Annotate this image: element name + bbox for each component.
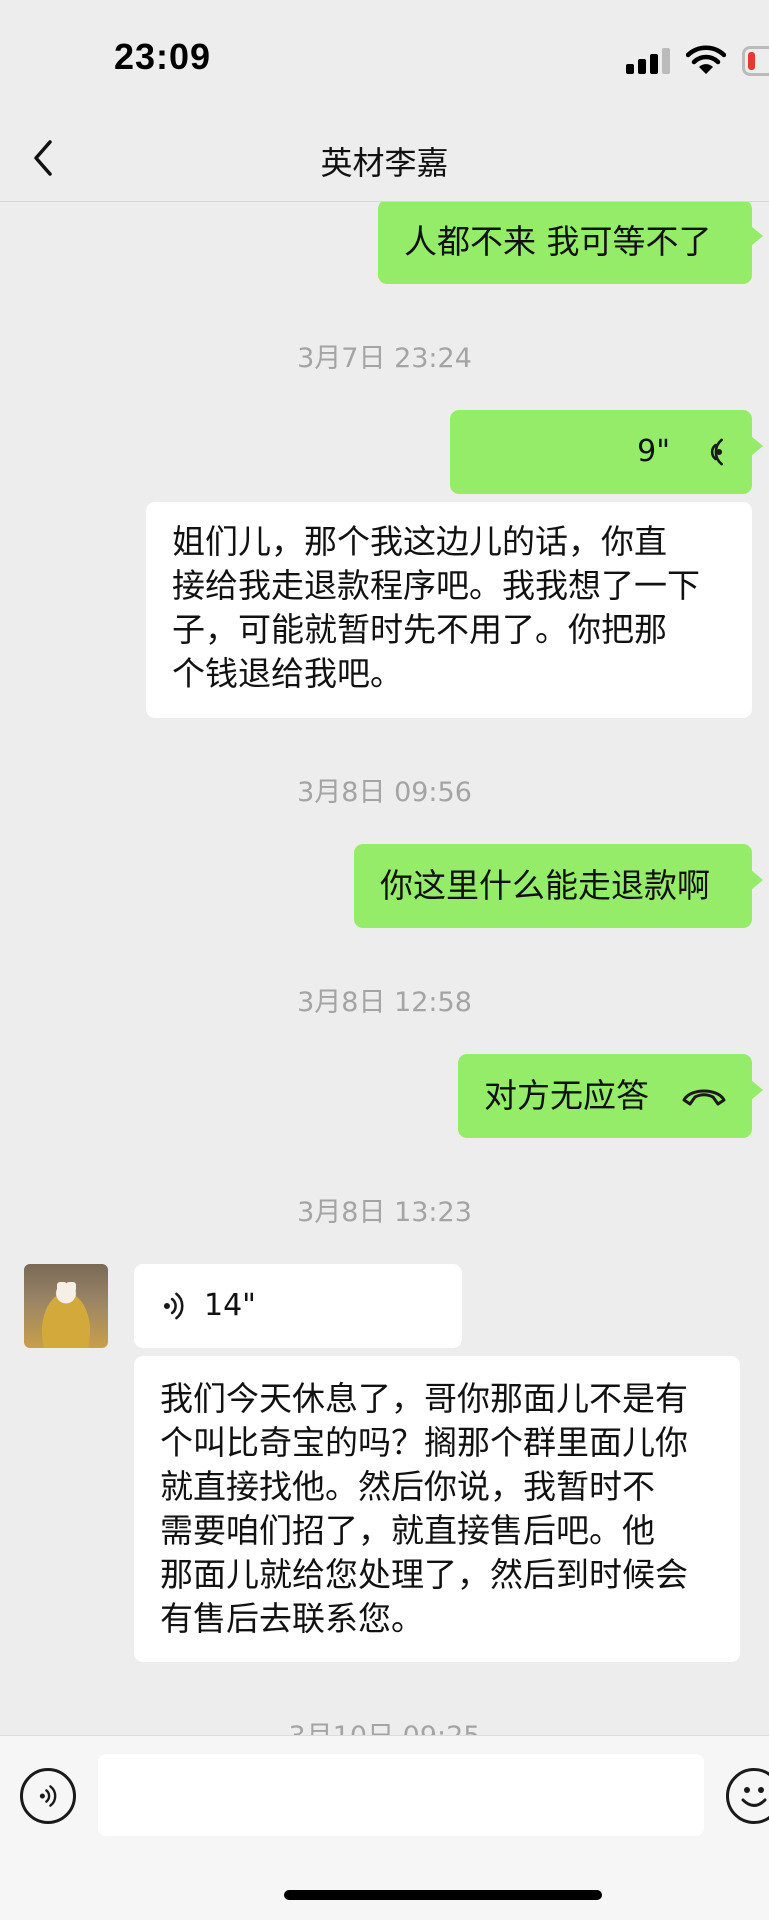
home-indicator[interactable] bbox=[284, 1890, 602, 1900]
message-line: 就直接找他。然后你说，我暂时不 bbox=[160, 1467, 655, 1506]
cellular-signal-icon bbox=[626, 48, 672, 74]
incoming-message[interactable]: 我们今天休息了，哥你那面儿不是有 个叫比奇宝的吗？搁那个群里面儿你 就直接找他。… bbox=[134, 1356, 740, 1662]
message-line: 有售后去联系您。 bbox=[160, 1599, 424, 1638]
message-line: 我们今天休息了，哥你那面儿不是有 bbox=[160, 1379, 688, 1418]
outgoing-message[interactable]: 人都不来 我可等不了 bbox=[378, 202, 763, 284]
message-timestamp: 3月10日 09:25 bbox=[0, 1714, 769, 1735]
emoji-icon[interactable] bbox=[726, 1768, 769, 1824]
message-line: 子，可能就暂时先不用了。你把那 bbox=[172, 610, 667, 649]
message-timestamp: 3月7日 23:24 bbox=[297, 343, 472, 374]
message-timestamp: 3月8日 12:58 bbox=[297, 987, 472, 1018]
wifi-icon bbox=[686, 45, 726, 74]
incoming-voice-message[interactable]: 14" bbox=[134, 1264, 462, 1348]
incoming-message[interactable]: 姐们儿，那个我这边儿的话，你直 接给我走退款程序吧。我我想了一下 子，可能就暂时… bbox=[146, 502, 752, 718]
chat-title: 英材李嘉 bbox=[320, 144, 449, 182]
message-line: 需要咱们招了，就直接售后吧。他 bbox=[160, 1511, 655, 1550]
voice-toggle-icon[interactable] bbox=[20, 1768, 76, 1824]
message-timestamp: 3月8日 09:56 bbox=[297, 777, 472, 808]
outgoing-voice-message[interactable]: 9" bbox=[450, 410, 763, 494]
outgoing-message[interactable]: 你这里什么能走退款啊 bbox=[354, 844, 763, 928]
chat-message-list[interactable]: 人都不来 我可等不了 3月7日 23:24 9" 姐们儿，那个我这边儿的话，你直… bbox=[0, 202, 769, 1735]
battery-icon bbox=[742, 46, 769, 76]
voice-duration: 9" bbox=[637, 434, 670, 469]
message-line: 接给我走退款程序吧。我我想了一下 bbox=[172, 566, 700, 605]
nav-bar: 英材李嘉 bbox=[0, 118, 769, 202]
voice-wave-icon bbox=[710, 438, 723, 466]
call-record-message[interactable]: 对方无应答 bbox=[458, 1054, 763, 1138]
status-time: 23:09 bbox=[114, 36, 212, 77]
phone-hangup-icon bbox=[682, 1089, 726, 1106]
voice-duration: 14" bbox=[204, 1288, 256, 1323]
message-line: 个钱退给我吧。 bbox=[172, 654, 403, 693]
message-text: 你这里什么能走退款啊 bbox=[380, 866, 710, 905]
contact-avatar[interactable] bbox=[24, 1264, 108, 1348]
voice-wave-icon bbox=[163, 1292, 184, 1320]
chat-input-bar bbox=[0, 1735, 769, 1920]
message-text: 人都不来 我可等不了 bbox=[404, 222, 712, 261]
message-input[interactable] bbox=[98, 1754, 704, 1836]
status-bar: 23:09 bbox=[0, 0, 769, 118]
message-line: 那面儿就给您处理了，然后到时候会 bbox=[160, 1555, 688, 1594]
message-line: 个叫比奇宝的吗？搁那个群里面儿你 bbox=[160, 1423, 688, 1462]
message-timestamp: 3月8日 13:23 bbox=[297, 1197, 472, 1228]
message-line: 姐们儿，那个我这边儿的话，你直 bbox=[172, 522, 667, 561]
